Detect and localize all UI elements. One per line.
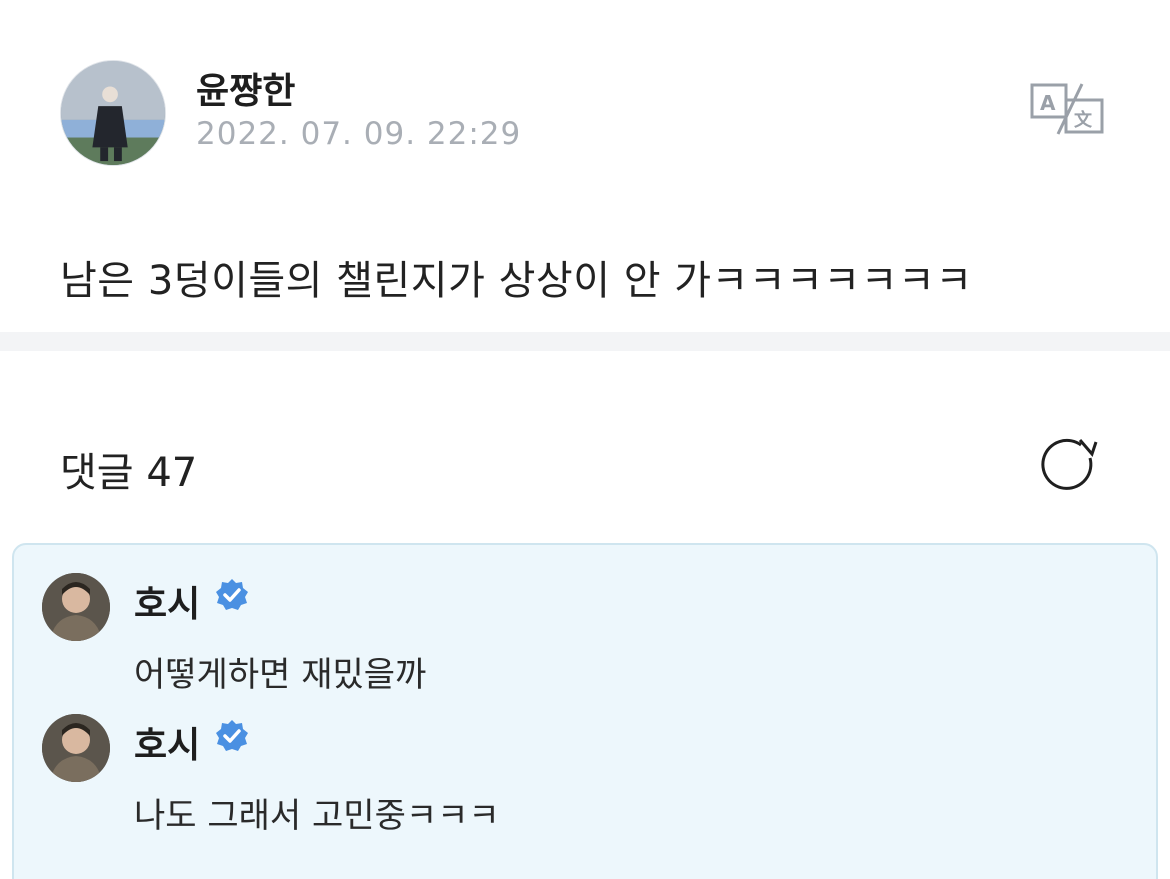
commenter-avatar[interactable] <box>42 573 110 641</box>
avatar-photo <box>42 714 110 782</box>
comment-item: 호시 어떻게하면 재밌을까 <box>42 573 1122 713</box>
commenter-name[interactable]: 호시 <box>134 575 200 627</box>
comments-count-title: 댓글 47 <box>60 450 198 496</box>
svg-text:文: 文 <box>1074 109 1093 131</box>
author-name[interactable]: 윤쨩한 <box>196 62 295 114</box>
translate-icon[interactable]: A 文 <box>1030 82 1106 136</box>
comment-item: 호시 나도 그래서 고민중ㅋㅋㅋ <box>42 714 1122 854</box>
refresh-icon[interactable] <box>1038 436 1100 496</box>
verified-badge-icon <box>216 720 248 751</box>
author-avatar[interactable] <box>60 60 166 166</box>
commenter-avatar[interactable] <box>42 714 110 782</box>
commenter-name[interactable]: 호시 <box>134 716 200 768</box>
verified-badge-icon <box>216 579 248 610</box>
comment-text: 나도 그래서 고민중ㅋㅋㅋ <box>134 796 500 836</box>
comment-text: 어떻게하면 재밌을까 <box>134 655 427 695</box>
post-body-text: 남은 3덩이들의 챌린지가 상상이 안 가ㅋㅋㅋㅋㅋㅋㅋ <box>60 258 973 304</box>
comment-thread: 호시 어떻게하면 재밌을까 호시 나도 그래서 고민중ㅋㅋㅋ <box>12 543 1158 879</box>
avatar-photo <box>42 573 110 641</box>
section-divider <box>0 332 1170 351</box>
post-timestamp: 2022. 07. 09. 22:29 <box>196 116 522 152</box>
svg-text:A: A <box>1040 91 1056 115</box>
avatar-photo <box>61 61 165 165</box>
post-header: 윤쨩한 2022. 07. 09. 22:29 A 文 <box>0 0 1170 200</box>
